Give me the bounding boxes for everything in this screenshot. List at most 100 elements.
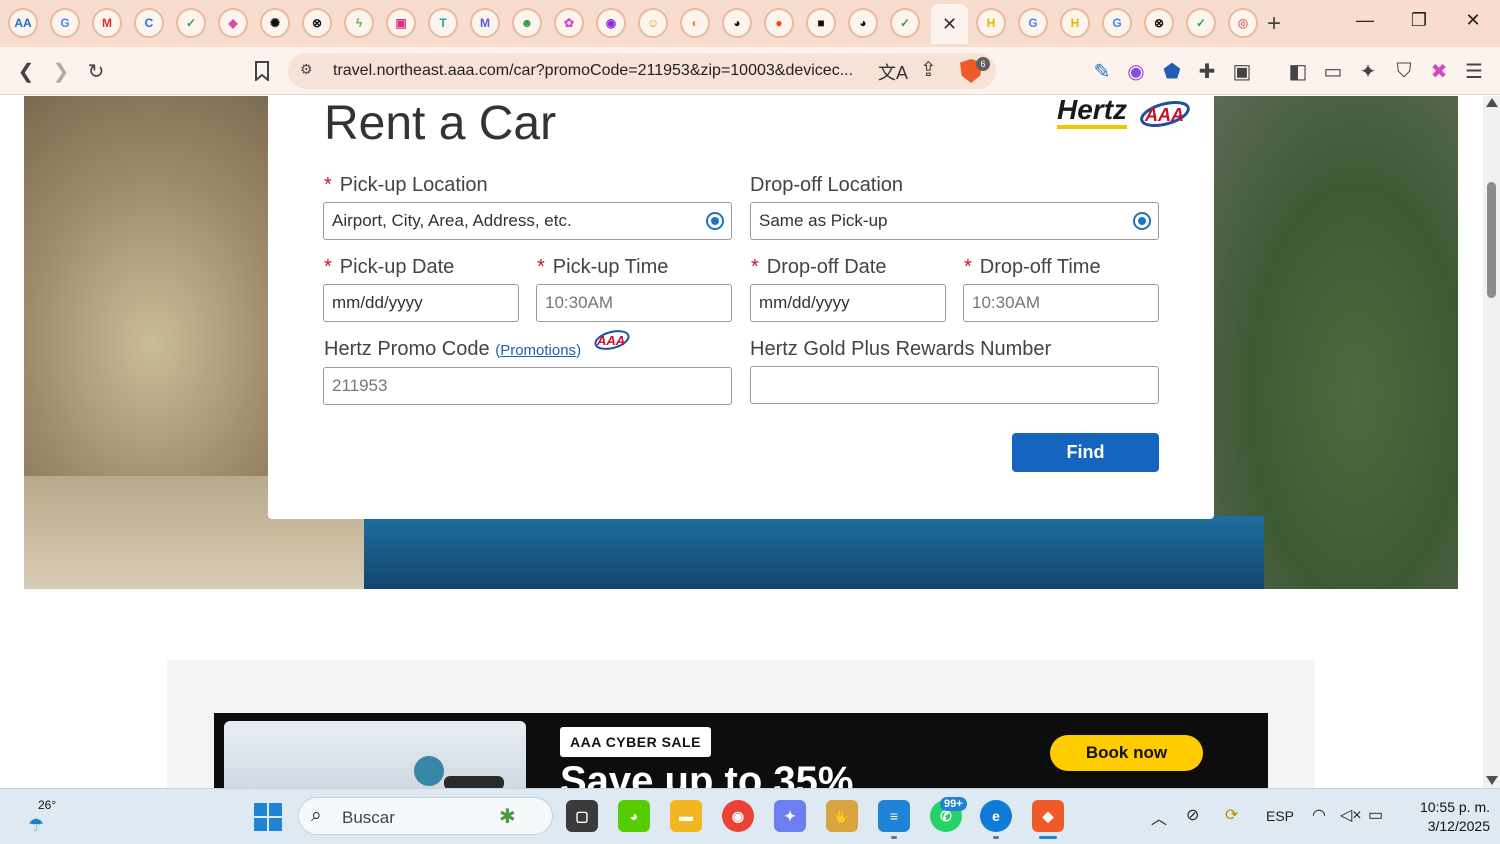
x-circle2-icon[interactable]: ⊗ — [1144, 8, 1174, 38]
locate-me-icon[interactable] — [1133, 212, 1151, 230]
chrome-icon[interactable]: ◉ — [722, 800, 754, 832]
google-icon[interactable]: G — [50, 8, 80, 38]
chatgpt-icon[interactable]: ✓ — [890, 8, 920, 38]
duolingo-icon[interactable]: ◕ — [618, 800, 650, 832]
promotions-link[interactable]: Promotions — [500, 342, 576, 359]
back-icon[interactable]: ❮ — [12, 57, 40, 85]
find-button[interactable]: Find — [1012, 433, 1159, 472]
page-scrollbar[interactable] — [1483, 96, 1500, 788]
x-circle-icon[interactable]: ⊗ — [302, 8, 332, 38]
mute-icon[interactable]: ◁× — [1340, 805, 1362, 825]
language-indicator[interactable]: ESP — [1266, 808, 1294, 824]
reload-icon[interactable]: ↻ — [82, 57, 110, 85]
taskbar-search[interactable]: ⌕ Buscar ✱ — [298, 797, 553, 835]
google-g2-icon[interactable]: G — [1102, 8, 1132, 38]
share-icon[interactable]: ⇪ — [920, 57, 937, 82]
minimize-button[interactable]: — — [1350, 10, 1380, 31]
shield-icon[interactable]: ⛉ — [1390, 57, 1418, 85]
rewards-icon[interactable]: ✖ — [1425, 57, 1453, 85]
promo-code-input[interactable]: 211953 — [323, 367, 732, 405]
dropoff-location-input[interactable]: Same as Pick-up — [750, 202, 1159, 240]
gmail-icon[interactable]: M — [92, 8, 122, 38]
reddit-icon[interactable]: ● — [764, 8, 794, 38]
book-now-button[interactable]: Book now — [1050, 735, 1203, 771]
bookmark-icon[interactable] — [248, 57, 276, 85]
copilot-icon[interactable]: ✦ — [774, 800, 806, 832]
smile-icon[interactable]: ☻ — [512, 8, 542, 38]
pickup-date-input[interactable]: mm/dd/yyyy — [323, 284, 519, 322]
restore-button[interactable]: ❐ — [1404, 10, 1434, 31]
sync-icon[interactable]: ⟳ — [1225, 805, 1238, 825]
clock-date: 3/12/2025 — [1427, 818, 1490, 834]
menu-icon[interactable]: ☰ — [1460, 57, 1488, 85]
scroll-up-arrow[interactable] — [1486, 98, 1498, 107]
wallet-icon[interactable]: ▭ — [1319, 57, 1347, 85]
pickup-location-input[interactable]: Airport, City, Area, Address, etc. — [323, 202, 732, 240]
battery-icon[interactable]: ▭ — [1368, 805, 1383, 825]
site-settings-icon[interactable]: ⚙ — [300, 61, 320, 81]
github-black-icon[interactable]: ◕ — [848, 8, 878, 38]
address-bar[interactable]: ⚙ travel.northeast.aaa.com/car?promoCode… — [288, 53, 996, 89]
screenshot-icon[interactable]: ▣ — [1228, 57, 1256, 85]
chevron-up-icon[interactable]: ︿ — [1151, 805, 1167, 829]
start-button[interactable] — [254, 803, 282, 831]
dropoff-time-select[interactable]: 10:30AM — [963, 284, 1159, 322]
gradient-icon[interactable]: ◉ — [596, 8, 626, 38]
flower-icon[interactable]: ✿ — [554, 8, 584, 38]
close-window-button[interactable]: ✕ — [1458, 10, 1488, 31]
locate-me-icon[interactable] — [706, 212, 724, 230]
openai-icon[interactable]: ✺ — [260, 8, 290, 38]
edge-icon[interactable]: e — [980, 800, 1012, 832]
app-hand-icon[interactable]: ✋ — [826, 800, 858, 832]
extensions-icon[interactable]: ✚ — [1193, 57, 1221, 85]
hertz-h-icon[interactable]: H — [976, 8, 1006, 38]
chat-icon[interactable]: ▣ — [386, 8, 416, 38]
emoji-icon[interactable]: ☺ — [638, 8, 668, 38]
file-explorer-icon[interactable]: ▬ — [670, 800, 702, 832]
clock[interactable]: 10:55 p. m. 3/12/2025 — [1400, 798, 1490, 836]
dropoff-date-input[interactable]: mm/dd/yyyy — [750, 284, 946, 322]
close-tab-icon[interactable]: ✕ — [942, 14, 957, 35]
chatgpt-green-icon[interactable]: ✓ — [176, 8, 206, 38]
ai-icon[interactable]: ✦ — [1354, 57, 1382, 85]
edit-icon[interactable]: ✎ — [1088, 57, 1116, 85]
canva-icon[interactable]: ◆ — [218, 8, 248, 38]
umbrella-icon: ☂ — [28, 815, 45, 835]
orange-circle-icon[interactable]: ◐ — [680, 8, 710, 38]
leo-icon[interactable]: ◉ — [1122, 57, 1150, 85]
google-g-icon[interactable]: G — [1018, 8, 1048, 38]
target-icon[interactable]: ◎ — [1228, 8, 1258, 38]
gold-plus-input[interactable] — [750, 366, 1159, 404]
vpn-icon[interactable]: ⬟ — [1158, 57, 1186, 85]
sidebar-icon[interactable]: ◧ — [1284, 57, 1312, 85]
perplexity-icon[interactable]: ϟ — [344, 8, 374, 38]
cloud-off-icon[interactable]: ⊘ — [1186, 805, 1199, 825]
weather-widget[interactable]: 26° ☂ — [24, 797, 64, 837]
url-text[interactable]: travel.northeast.aaa.com/car?promoCode=2… — [333, 62, 863, 80]
gold-plus-label: Hertz Gold Plus Rewards Number — [750, 338, 1052, 360]
forward-icon[interactable]: ❯ — [47, 57, 75, 85]
translate-t-icon[interactable]: T — [428, 8, 458, 38]
notion-icon[interactable]: ■ — [806, 8, 836, 38]
chatgpt2-icon[interactable]: ✓ — [1186, 8, 1216, 38]
clock-time: 10:55 p. m. — [1419, 799, 1490, 815]
mail-m-icon[interactable]: M — [470, 8, 500, 38]
aaa-icon[interactable]: AA — [8, 8, 38, 38]
copilot-c-icon[interactable]: C — [134, 8, 164, 38]
github-icon[interactable]: ◕ — [722, 8, 752, 38]
cyber-sale-banner[interactable]: AAA CYBER SALE Save up to 35% Book now — [214, 713, 1268, 788]
notepad-icon[interactable]: ≡ — [878, 800, 910, 832]
svg-text:AAA: AAA — [1144, 105, 1184, 125]
new-tab-button[interactable]: + — [1262, 10, 1286, 38]
search-highlight-icon: ✱ — [499, 806, 516, 828]
hertz-h2-icon[interactable]: H — [1060, 8, 1090, 38]
task-view-icon[interactable]: ▢ — [566, 800, 598, 832]
wifi-icon[interactable]: ◠ — [1312, 805, 1326, 825]
scroll-down-arrow[interactable] — [1486, 776, 1498, 785]
brave-icon[interactable]: ◆ — [1032, 800, 1064, 832]
scroll-thumb[interactable] — [1487, 182, 1496, 298]
pickup-time-select[interactable]: 10:30AM — [536, 284, 732, 322]
active-tab[interactable]: ✕ — [931, 4, 968, 44]
translate-icon[interactable]: 文A — [878, 59, 908, 85]
active-app-indicator — [1039, 836, 1057, 839]
